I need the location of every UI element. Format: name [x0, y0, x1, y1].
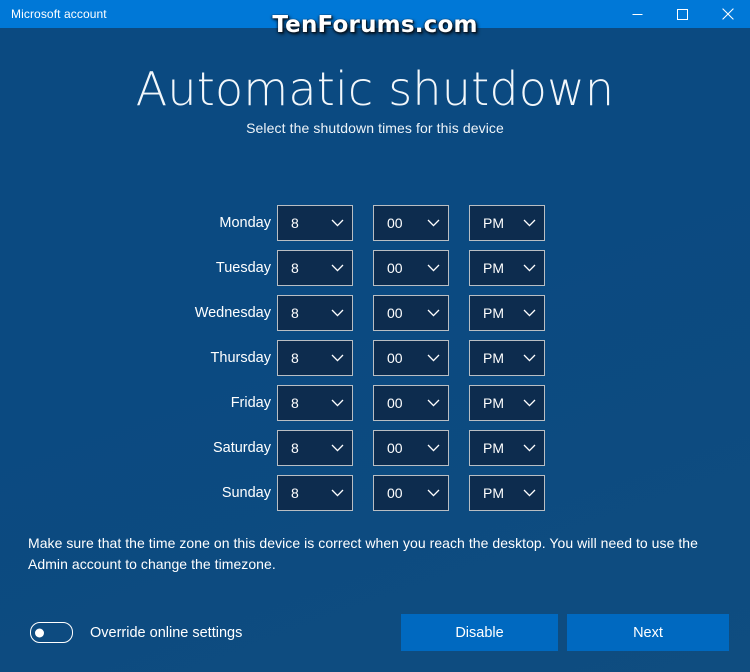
minute-value: 00: [387, 395, 403, 411]
chevron-down-icon: [418, 444, 448, 452]
meridiem-dropdown[interactable]: PM: [469, 430, 545, 466]
minimize-icon: [632, 13, 643, 15]
meridiem-dropdown[interactable]: PM: [469, 205, 545, 241]
minute-value: 00: [387, 350, 403, 366]
minimize-button[interactable]: [615, 0, 660, 28]
maximize-button[interactable]: [660, 0, 705, 28]
chevron-down-icon: [514, 354, 544, 362]
meridiem-value: PM: [483, 440, 504, 456]
hour-value: 8: [291, 350, 299, 366]
schedule-row: Monday 8 00 PM: [0, 205, 750, 250]
page-title: Automatic shutdown: [135, 62, 615, 116]
schedule-row: Friday 8 00 PM: [0, 385, 750, 430]
chevron-down-icon: [514, 219, 544, 227]
page-content: Automatic shutdown Select the shutdown t…: [0, 28, 750, 672]
window-title: Microsoft account: [11, 7, 107, 21]
chevron-down-icon: [514, 399, 544, 407]
meridiem-value: PM: [483, 215, 504, 231]
hour-dropdown[interactable]: 8: [277, 295, 353, 331]
meridiem-dropdown[interactable]: PM: [469, 295, 545, 331]
chevron-down-icon: [418, 354, 448, 362]
minute-value: 00: [387, 440, 403, 456]
minute-dropdown[interactable]: 00: [373, 295, 449, 331]
hour-dropdown[interactable]: 8: [277, 385, 353, 421]
chevron-down-icon: [418, 264, 448, 272]
page-subtitle: Select the shutdown times for this devic…: [246, 120, 504, 136]
minute-dropdown[interactable]: 00: [373, 385, 449, 421]
meridiem-value: PM: [483, 305, 504, 321]
meridiem-dropdown[interactable]: PM: [469, 340, 545, 376]
day-label: Sunday: [221, 485, 271, 501]
chevron-down-icon: [322, 309, 352, 317]
day-label: Monday: [219, 215, 271, 231]
day-label: Friday: [230, 395, 271, 411]
chevron-down-icon: [418, 219, 448, 227]
day-label: Tuesday: [215, 260, 271, 276]
chevron-down-icon: [514, 264, 544, 272]
minute-dropdown[interactable]: 00: [373, 205, 449, 241]
hour-value: 8: [291, 215, 299, 231]
chevron-down-icon: [322, 264, 352, 272]
toggle-label: Override online settings: [90, 624, 243, 641]
minute-value: 00: [387, 485, 403, 501]
chevron-down-icon: [322, 354, 352, 362]
chevron-down-icon: [418, 489, 448, 497]
meridiem-value: PM: [483, 395, 504, 411]
shutdown-schedule-list: Monday 8 00 PM Tuesday 8 00 PM Wednesday…: [0, 205, 750, 520]
minute-dropdown[interactable]: 00: [373, 475, 449, 511]
minute-value: 00: [387, 260, 403, 276]
meridiem-dropdown[interactable]: PM: [469, 385, 545, 421]
schedule-row: Saturday 8 00 PM: [0, 430, 750, 475]
chevron-down-icon: [514, 489, 544, 497]
minute-dropdown[interactable]: 00: [373, 430, 449, 466]
chevron-down-icon: [418, 309, 448, 317]
minute-dropdown[interactable]: 00: [373, 340, 449, 376]
meridiem-dropdown[interactable]: PM: [469, 475, 545, 511]
hour-value: 8: [291, 305, 299, 321]
title-bar: Microsoft account: [0, 0, 750, 28]
hour-value: 8: [291, 260, 299, 276]
meridiem-dropdown[interactable]: PM: [469, 250, 545, 286]
close-button[interactable]: [705, 0, 750, 28]
close-icon: [721, 8, 734, 20]
disable-button[interactable]: Disable: [401, 614, 558, 651]
hour-dropdown[interactable]: 8: [277, 250, 353, 286]
toggle-switch-track[interactable]: [30, 622, 73, 643]
hour-value: 8: [291, 395, 299, 411]
meridiem-value: PM: [483, 260, 504, 276]
timezone-note: Make sure that the time zone on this dev…: [28, 535, 698, 572]
chevron-down-icon: [322, 444, 352, 452]
minute-dropdown[interactable]: 00: [373, 250, 449, 286]
schedule-row: Tuesday 8 00 PM: [0, 250, 750, 295]
maximize-icon: [677, 8, 688, 20]
chevron-down-icon: [514, 444, 544, 452]
chevron-down-icon: [322, 399, 352, 407]
hour-dropdown[interactable]: 8: [277, 340, 353, 376]
chevron-down-icon: [322, 219, 352, 227]
meridiem-value: PM: [483, 350, 504, 366]
hour-value: 8: [291, 485, 299, 501]
toggle-switch-knob: [35, 628, 44, 637]
hour-value: 8: [291, 440, 299, 456]
hour-dropdown[interactable]: 8: [277, 475, 353, 511]
schedule-row: Thursday 8 00 PM: [0, 340, 750, 385]
day-label: Saturday: [212, 440, 271, 456]
schedule-row: Wednesday 8 00 PM: [0, 295, 750, 340]
schedule-row: Sunday 8 00 PM: [0, 475, 750, 520]
meridiem-value: PM: [483, 485, 504, 501]
day-label: Thursday: [210, 350, 271, 366]
minute-value: 00: [387, 305, 403, 321]
chevron-down-icon: [322, 489, 352, 497]
microsoft-account-window: Microsoft account TenForums.com Automati…: [0, 0, 750, 672]
override-online-settings-toggle[interactable]: Override online settings: [30, 622, 242, 643]
hour-dropdown[interactable]: 8: [277, 430, 353, 466]
next-button[interactable]: Next: [567, 614, 729, 651]
minute-value: 00: [387, 215, 403, 231]
hour-dropdown[interactable]: 8: [277, 205, 353, 241]
chevron-down-icon: [418, 399, 448, 407]
chevron-down-icon: [514, 309, 544, 317]
day-label: Wednesday: [194, 305, 271, 321]
